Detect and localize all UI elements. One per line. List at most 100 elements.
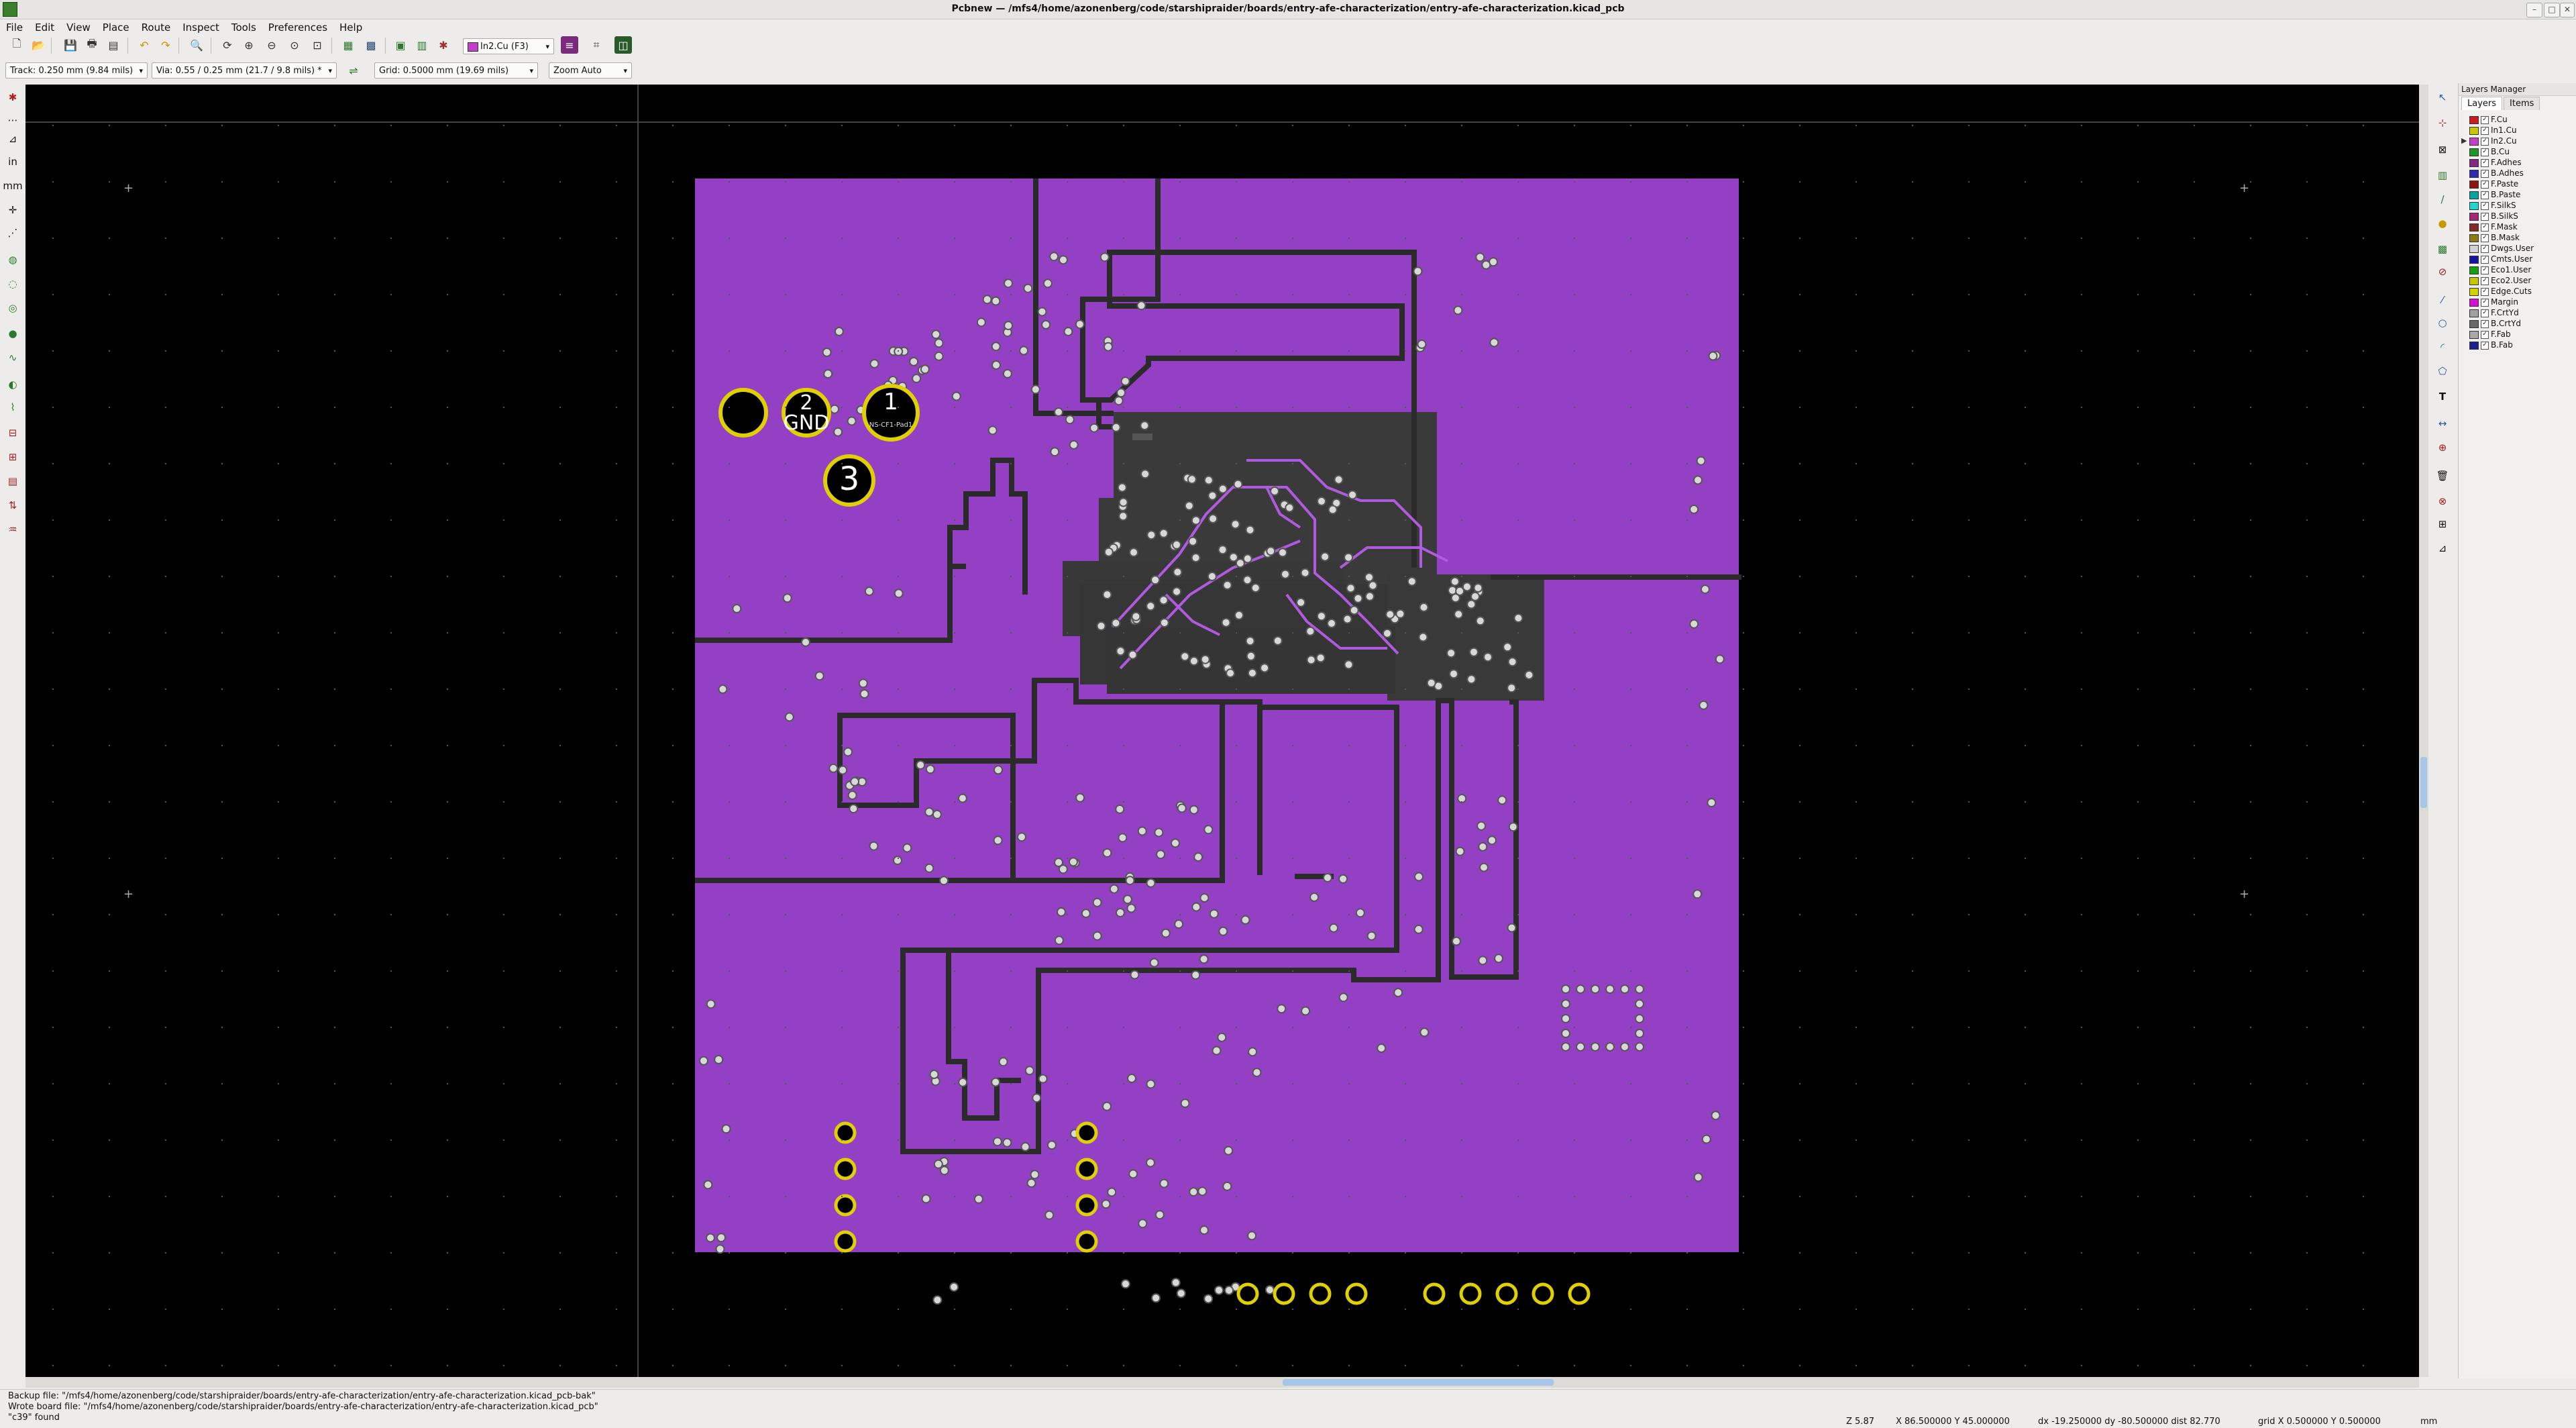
layer-row[interactable]: ✓ F.Paste [2461,178,2573,189]
layer-row[interactable]: ✓ Eco1.User [2461,264,2573,275]
flip-view-icon[interactable]: ⇅ [4,497,21,514]
update-pcb-icon[interactable]: ▥ [413,36,431,54]
layers-manager-toggle-icon[interactable]: ⊟ [4,424,21,442]
layer-visibility-checkbox[interactable]: ✓ [2481,287,2489,296]
layer-color-swatch[interactable] [2469,244,2479,253]
active-layer-selector[interactable]: In2.Cu (F3) ▾ [463,38,554,54]
local-ratsnest-icon[interactable]: ⊠ [2434,141,2451,158]
maximize-button[interactable]: □ [2544,3,2560,17]
layer-color-swatch[interactable] [2469,180,2479,189]
curved-ratsnest-icon[interactable]: ♒ [4,521,21,538]
layer-visibility-checkbox[interactable]: ✓ [2481,244,2489,253]
layer-row[interactable]: ✓ B.Adhes [2461,168,2573,178]
layer-color-swatch[interactable] [2469,330,2479,339]
layer-color-swatch[interactable] [2469,276,2479,285]
layer-row[interactable]: ✓ B.SilkS [2461,211,2573,221]
add-via-icon[interactable]: ● [2434,215,2451,232]
auto-track-width-icon[interactable]: ⇌ [345,62,362,79]
layer-row[interactable]: ✓ B.Cu [2461,146,2573,157]
scripting-console-icon[interactable]: ⌗ [588,36,605,54]
minimize-button[interactable]: – [2526,3,2542,17]
menu-tools[interactable]: Tools [225,20,262,35]
tab-layers[interactable]: Layers [2461,97,2503,110]
layer-row[interactable]: ✓ F.Fab [2461,329,2573,340]
layer-color-swatch[interactable] [2469,126,2479,135]
layer-visibility-checkbox[interactable]: ✓ [2481,212,2489,221]
zoom-selection-icon[interactable]: ⊡ [309,36,326,54]
layer-color-swatch[interactable] [2469,341,2479,350]
layer-visibility-checkbox[interactable]: ✓ [2481,255,2489,264]
cursor-shape-icon[interactable]: ✛ [4,201,21,219]
menu-place[interactable]: Place [97,20,136,35]
new-board-icon[interactable]: 🗋 [8,36,25,54]
layer-visibility-checkbox[interactable]: ✓ [2481,309,2489,317]
layer-color-swatch[interactable] [2469,309,2479,317]
layer-row[interactable]: ✓ F.Mask [2461,221,2573,232]
route-track-icon[interactable]: ∕ [2434,191,2451,208]
layer-color-swatch[interactable] [2469,201,2479,210]
layer-row[interactable]: ✓ F.CrtYd [2461,307,2573,318]
layer-pair-icon[interactable]: ≡ [561,36,578,54]
menu-inspect[interactable]: Inspect [176,20,225,35]
pcb-board-view[interactable]: 2 GND 1 NS-CF1-Pad1 3 + ++ + [25,85,2419,1377]
layer-color-swatch[interactable] [2469,212,2479,221]
footprint-editor-icon[interactable]: ▦ [339,36,357,54]
via-size-selector[interactable]: Via: 0.55 / 0.25 mm (21.7 / 9.8 mils) * ▾ [152,62,337,79]
units-mm-icon[interactable]: mm [3,177,22,195]
microwave-toolbar-icon[interactable]: ⌇ [4,399,21,416]
net-inspector-icon[interactable]: ⊞ [4,448,21,466]
layer-stack-icon[interactable]: ▤ [4,472,21,490]
undo-icon[interactable]: ↶ [136,36,153,54]
layer-visibility-checkbox[interactable]: ✓ [2481,330,2489,339]
pad-unlabeled[interactable] [718,388,768,438]
layer-row[interactable]: ✓ Dwgs.User [2461,243,2573,254]
highlight-net-icon[interactable]: ⊹ [2434,114,2451,132]
high-contrast-icon[interactable]: ◐ [4,376,21,393]
zoom-out-icon[interactable]: ⊖ [263,36,280,54]
via-sketch-icon[interactable]: ● [4,325,21,342]
layer-row[interactable]: ✓ B.Paste [2461,189,2573,200]
layer-row[interactable]: ✓ Edge.Cuts [2461,286,2573,297]
layer-row[interactable]: ✓ Eco2.User [2461,275,2573,286]
add-polygon-icon[interactable]: ⬠ [2434,362,2451,380]
layer-row[interactable]: ✓ B.CrtYd [2461,318,2573,329]
layer-color-swatch[interactable] [2469,137,2479,146]
zone-outline-icon[interactable]: ◌ [4,275,21,293]
grid-selector[interactable]: Grid: 0.5000 mm (19.69 mils) ▾ [374,62,538,79]
layer-color-swatch[interactable] [2469,148,2479,156]
layer-visibility-checkbox[interactable]: ✓ [2481,234,2489,242]
layer-row[interactable]: ✓ In1.Cu [2461,125,2573,136]
layer-row[interactable]: ✓ F.SilkS [2461,200,2573,211]
zoom-in-icon[interactable]: ⊕ [240,36,258,54]
measure-tool-icon[interactable]: ⊿ [2434,540,2451,557]
place-origin-icon[interactable]: ⊗ [2434,493,2451,510]
page-settings-icon[interactable]: ▤ [105,36,122,54]
layer-color-swatch[interactable] [2469,191,2479,199]
add-line-icon[interactable]: ⁄ [2434,291,2451,309]
layer-visibility-checkbox[interactable]: ✓ [2481,201,2489,210]
zoom-selector[interactable]: Zoom Auto ▾ [549,62,632,79]
layer-visibility-checkbox[interactable]: ✓ [2481,298,2489,307]
horizontal-scroll-thumb[interactable] [1283,1379,1554,1386]
add-arc-icon[interactable]: ◜ [2434,338,2451,356]
add-footprint-icon[interactable]: ▥ [2434,166,2451,184]
polar-coords-icon[interactable]: ⊿ [4,130,21,148]
layer-row[interactable]: ✓ B.Fab [2461,340,2573,350]
add-dimension-icon[interactable]: ↔ [2434,415,2451,432]
layer-color-swatch[interactable] [2469,223,2479,232]
print-icon[interactable]: 🖶 [83,36,101,54]
layer-visibility-checkbox[interactable]: ✓ [2481,126,2489,135]
layer-row[interactable]: ✓ B.Mask [2461,232,2573,243]
layer-color-swatch[interactable] [2469,115,2479,124]
open-board-icon[interactable]: 📂 [30,36,47,54]
layer-row[interactable]: ✓ Cmts.User [2461,254,2573,264]
layer-visibility-checkbox[interactable]: ✓ [2481,191,2489,199]
layer-visibility-checkbox[interactable]: ✓ [2481,223,2489,232]
find-icon[interactable]: 🔍 [188,36,205,54]
footprint-viewer-icon[interactable]: ▩ [362,36,380,54]
layer-visibility-checkbox[interactable]: ✓ [2481,319,2489,328]
pad-sketch-icon[interactable]: ◎ [4,299,21,317]
tab-items[interactable]: Items [2504,97,2540,110]
save-icon[interactable]: 💾 [62,36,79,54]
pcb-canvas[interactable]: 2 GND 1 NS-CF1-Pad1 3 + + + + [25,85,2419,1377]
